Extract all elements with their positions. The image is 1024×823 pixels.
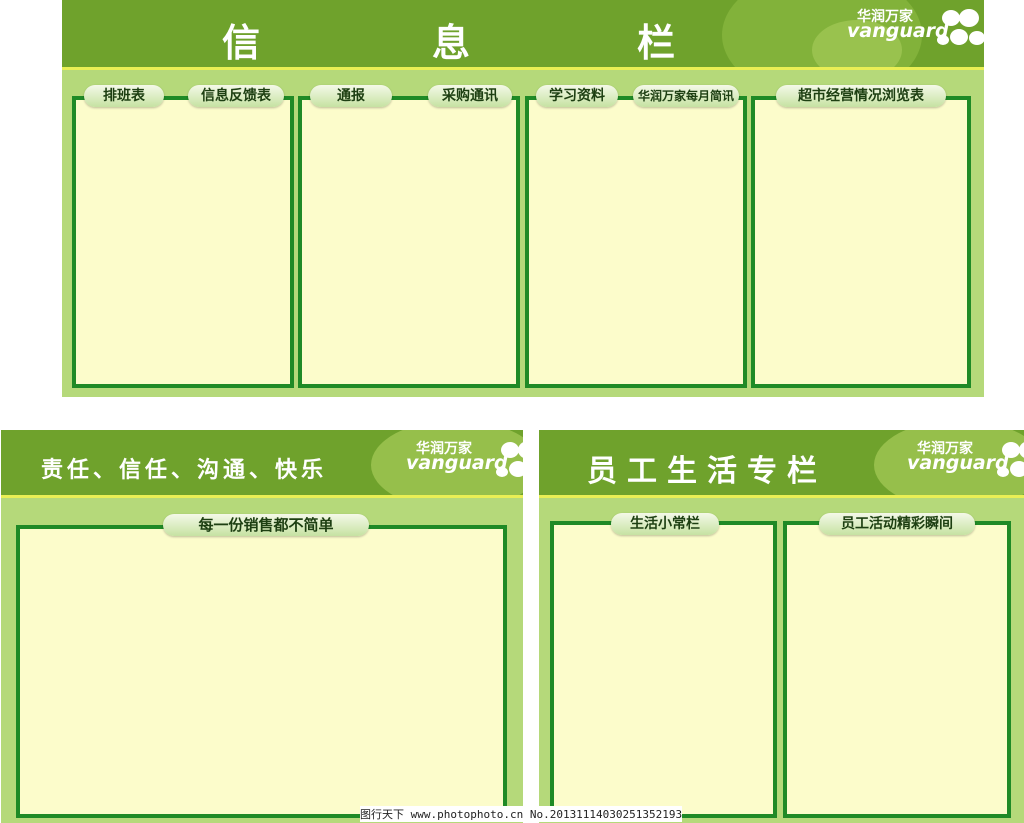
right-board: 员工生活专栏 华润万家 vanguard 生活小常栏 员工活动精彩瞬间 [539, 430, 1024, 823]
top-notice-board: 信 息 栏 华润万家 vanguard 排班表 信息反馈表 通报 采购通讯 学习… [62, 0, 984, 397]
flower-icon [937, 9, 984, 45]
left-board-title: 责任、信任、沟通、快乐 [41, 458, 328, 483]
vanguard-logo: 华润万家 vanguard [847, 4, 984, 64]
right-board-title: 员工生活专栏 [587, 454, 827, 489]
tab-life: 生活小常栏 [611, 513, 719, 535]
notice-panel [783, 521, 1011, 818]
tab-operation: 超市经营情况浏览表 [776, 85, 946, 107]
yellow-rule [62, 67, 984, 70]
tab-sales: 每一份销售都不简单 [163, 514, 369, 536]
flower-icon [997, 442, 1024, 477]
top-board-header: 信 息 栏 华润万家 vanguard [62, 0, 984, 70]
notice-panel [525, 96, 747, 388]
top-board-title-char: 息 [432, 21, 471, 65]
left-board-header: 责任、信任、沟通、快乐 华润万家 vanguard [1, 430, 523, 498]
left-board: 责任、信任、沟通、快乐 华润万家 vanguard 每一份销售都不简单 [1, 430, 523, 823]
vanguard-logo: 华润万家 vanguard [406, 436, 523, 496]
vanguard-logo: 华润万家 vanguard [907, 436, 1024, 496]
right-board-header: 员工生活专栏 华润万家 vanguard [539, 430, 1024, 498]
notice-panel [16, 525, 507, 818]
logo-en-text: vanguard [406, 452, 508, 474]
tab-feedback: 信息反馈表 [188, 85, 284, 107]
tab-bulletin: 通报 [310, 85, 392, 107]
tab-monthly: 华润万家每月简讯 [633, 85, 739, 107]
top-board-title-char: 信 [222, 21, 261, 65]
top-board-title-char: 栏 [637, 21, 676, 65]
flower-icon [496, 442, 523, 477]
notice-panel [298, 96, 520, 388]
watermark-text: 图行天下 www.photophoto.cn No.20131114030251… [360, 806, 683, 822]
tab-purchase: 采购通讯 [428, 85, 512, 107]
notice-panel [751, 96, 971, 388]
logo-en-text: vanguard [907, 452, 1009, 474]
tab-study: 学习资料 [536, 85, 618, 107]
notice-panel [550, 521, 777, 818]
tab-schedule: 排班表 [84, 85, 164, 107]
notice-panel [72, 96, 294, 388]
tab-activities: 员工活动精彩瞬间 [819, 513, 975, 535]
logo-en-text: vanguard [847, 20, 949, 42]
